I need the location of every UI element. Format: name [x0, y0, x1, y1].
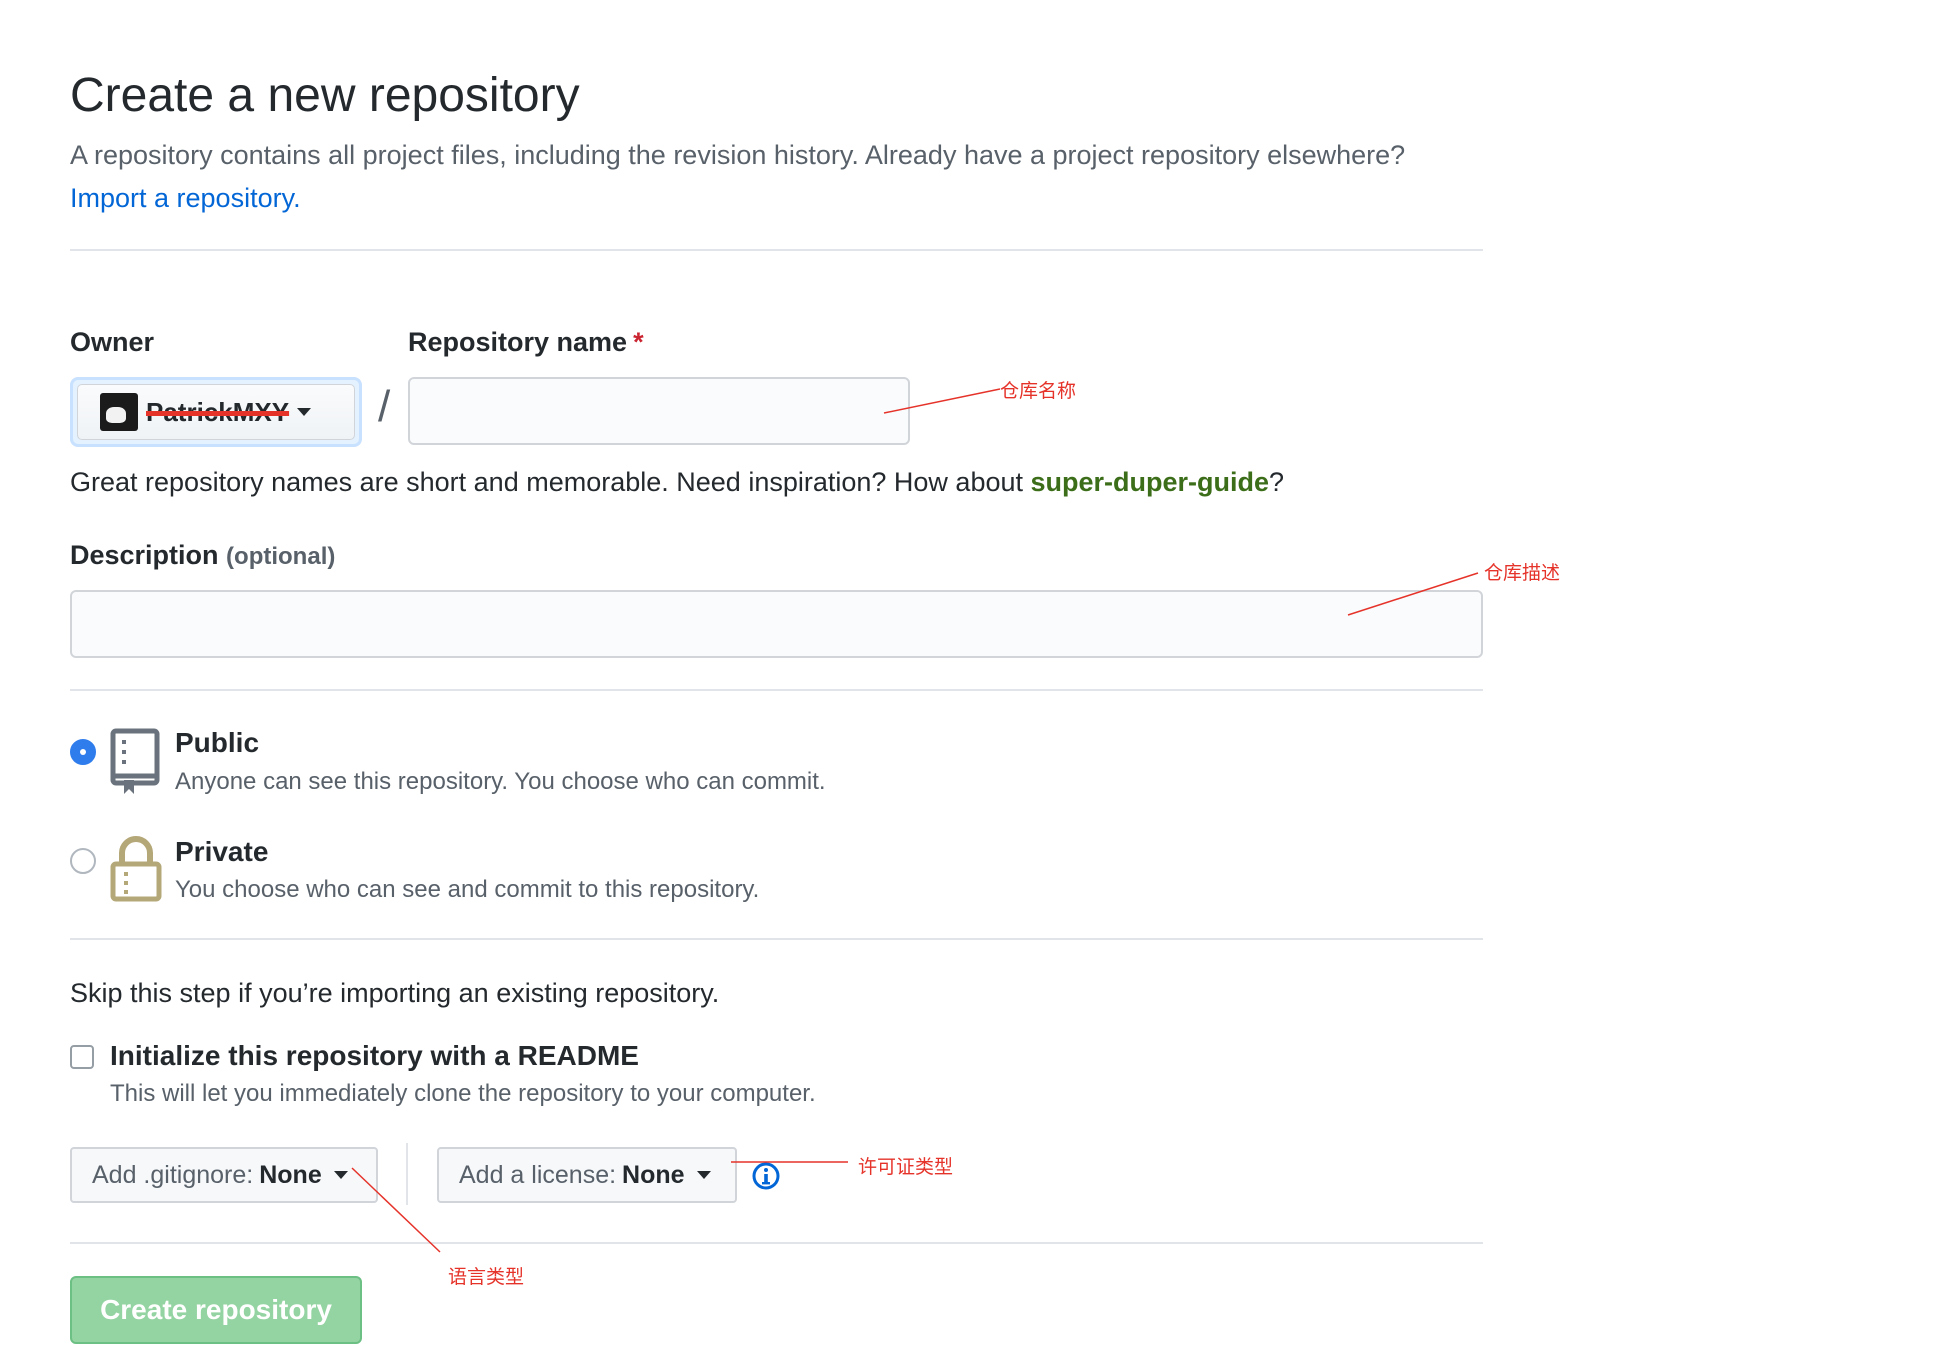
- required-asterisk: *: [633, 327, 644, 357]
- owner-select[interactable]: PatrickMXY: [70, 377, 362, 447]
- annotation-gitignore: 语言类型: [448, 1266, 525, 1288]
- gitignore-dropdown[interactable]: Add .gitignore: None: [70, 1147, 378, 1203]
- import-repository-link[interactable]: Import a repository.: [70, 183, 301, 213]
- divider: [70, 938, 1483, 940]
- readme-checkbox[interactable]: [70, 1045, 94, 1069]
- public-description: Anyone can see this repository. You choo…: [175, 768, 826, 795]
- repo-name-label: Repository name *: [408, 327, 644, 358]
- repo-name-label-text: Repository name: [408, 327, 628, 357]
- owner-name: PatrickMXY: [146, 396, 290, 427]
- create-repository-button[interactable]: Create repository: [70, 1276, 362, 1344]
- owner-select-button[interactable]: PatrickMXY: [77, 384, 355, 440]
- divider: [70, 689, 1483, 691]
- description-label-text: Description: [70, 540, 219, 570]
- owner-repo-separator: /: [378, 382, 391, 431]
- annotation-license: 许可证类型: [858, 1156, 954, 1178]
- hint-text: Great repository names are short and mem…: [70, 467, 1023, 497]
- description-label: Description (optional): [70, 540, 335, 571]
- readme-label[interactable]: Initialize this repository with a README: [110, 1040, 639, 1072]
- caret-down-icon: [297, 408, 312, 416]
- readme-description: This will let you immediately clone the …: [110, 1080, 816, 1107]
- annotation-repo-name: 仓库名称: [1000, 380, 1077, 402]
- license-value: None: [622, 1160, 685, 1189]
- gitignore-value: None: [259, 1160, 322, 1189]
- page-title: Create a new repository: [70, 69, 580, 122]
- optional-marker: (optional): [226, 543, 336, 570]
- repository-name-input[interactable]: [408, 377, 910, 445]
- owner-label: Owner: [70, 327, 155, 357]
- avatar: [100, 393, 138, 431]
- private-radio[interactable]: [70, 848, 96, 874]
- private-title: Private: [175, 836, 269, 867]
- lock-icon: [110, 836, 162, 902]
- gitignore-label: Add .gitignore:: [92, 1160, 254, 1189]
- repo-book-icon: [110, 728, 160, 794]
- caret-down-icon: [696, 1171, 711, 1179]
- caret-down-icon: [333, 1171, 348, 1179]
- license-dropdown[interactable]: Add a license: None: [437, 1147, 737, 1203]
- page-subtitle: A repository contains all project files,…: [70, 134, 1480, 220]
- license-label: Add a license:: [459, 1160, 617, 1189]
- divider: [70, 249, 1483, 251]
- private-description: You choose who can see and commit to thi…: [175, 876, 760, 903]
- name-suggestion-link[interactable]: super-duper-guide: [1031, 467, 1270, 497]
- divider: [70, 1242, 1483, 1244]
- skip-step-text: Skip this step if you’re importing an ex…: [70, 978, 720, 1008]
- public-title: Public: [175, 727, 260, 758]
- description-input[interactable]: [70, 590, 1483, 658]
- annotation-description: 仓库描述: [1484, 562, 1561, 584]
- subtitle-text: A repository contains all project files,…: [70, 140, 1406, 170]
- divider: [406, 1143, 408, 1205]
- info-icon[interactable]: [752, 1162, 780, 1190]
- public-radio[interactable]: [70, 739, 96, 765]
- hint-end: ?: [1269, 467, 1285, 497]
- repo-name-hint: Great repository names are short and mem…: [70, 467, 1284, 498]
